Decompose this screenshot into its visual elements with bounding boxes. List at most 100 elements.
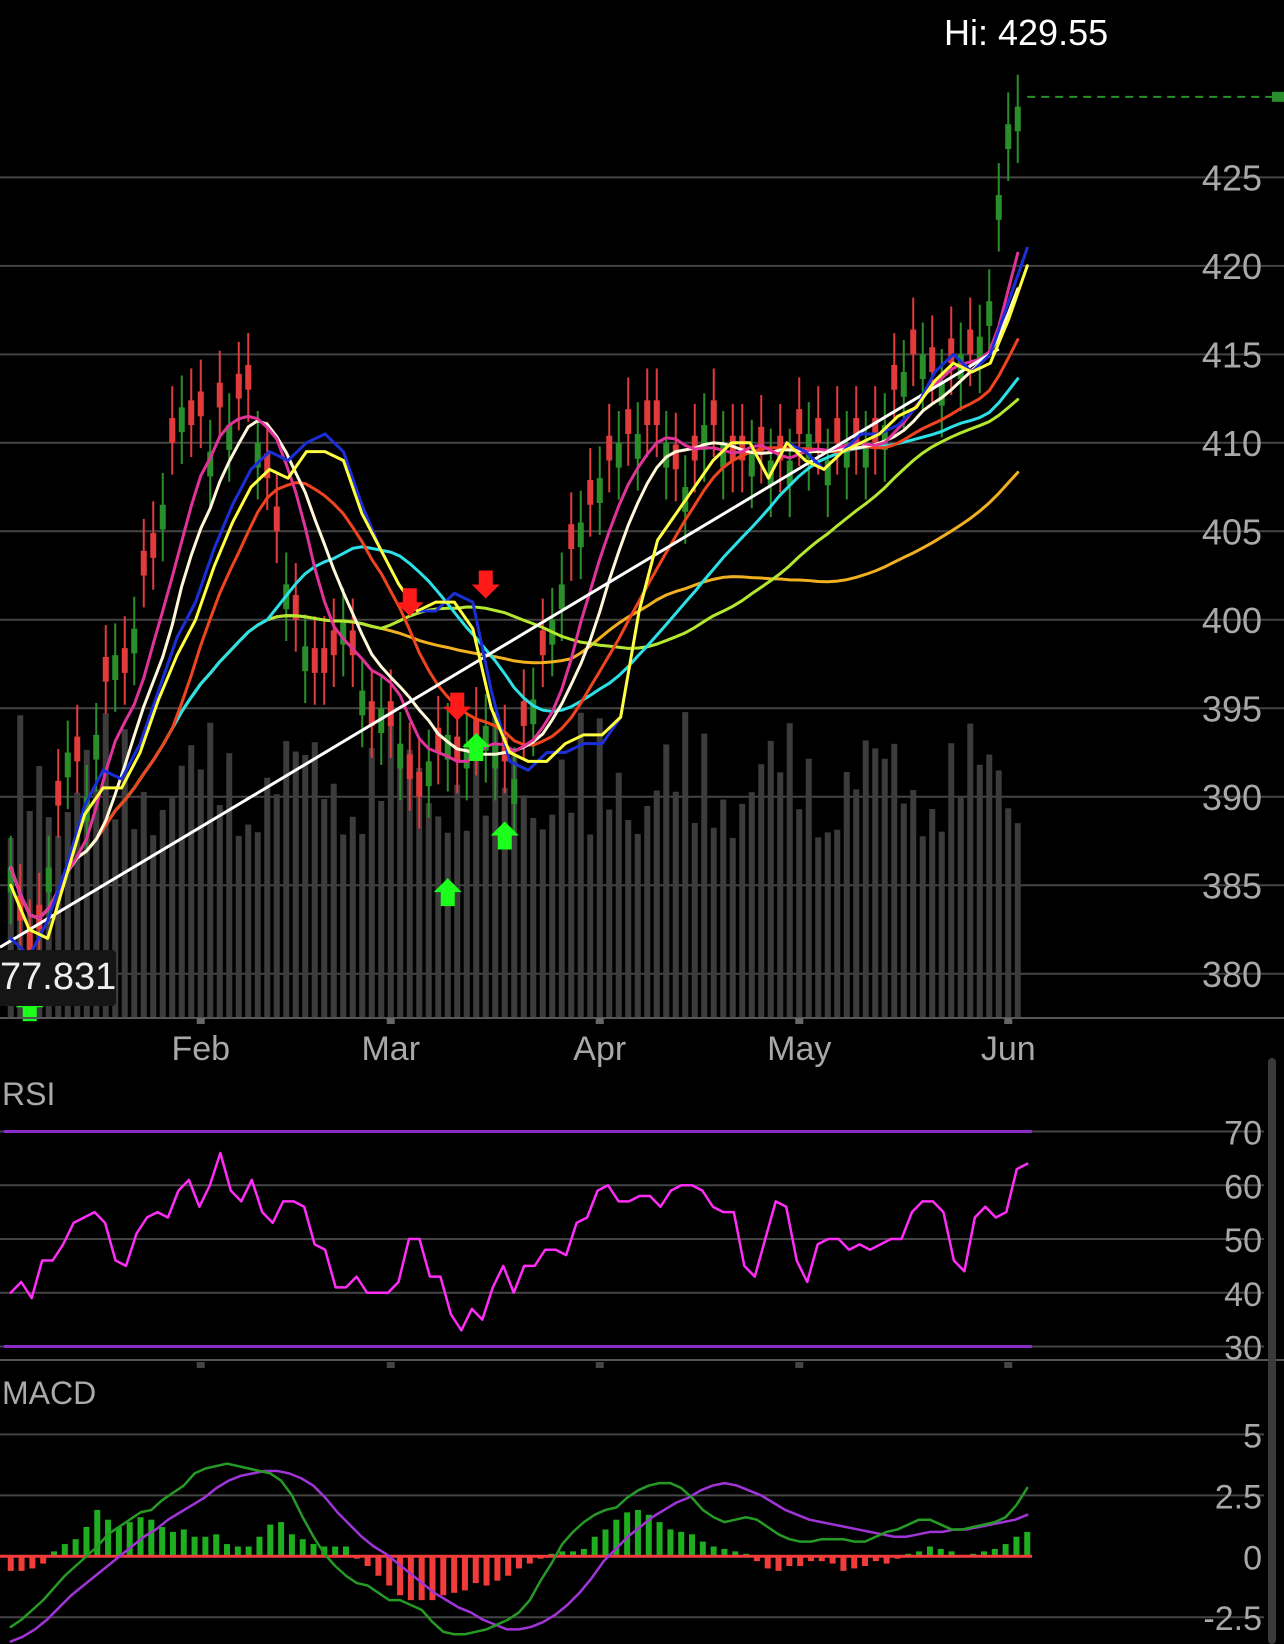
high-price-label: Hi: 429.55 [944,12,1108,54]
candle-body [406,754,413,780]
vertical-scrollbar[interactable] [1268,1058,1276,1644]
macd-histogram-bar [505,1556,512,1576]
high-marker [1272,91,1284,102]
macd-histogram-bar [494,1556,501,1581]
low-price-label: 77.831 [0,956,117,998]
price-tick-label: 420 [1202,246,1262,287]
volume-bar [634,833,641,1018]
volume-bar [701,733,708,1018]
candle-body [159,504,166,530]
macd-tick-label: -2.5 [1203,1600,1262,1638]
rsi-axis-tick [196,1362,205,1368]
candle-body [178,407,185,433]
candle-body [397,743,404,769]
candle-body [1014,106,1021,132]
stock-chart[interactable]: 425420415410405400395390385380Feb Mar Apr M… [0,0,1284,1644]
volume-bar [283,741,290,1018]
candle-body [910,329,917,355]
candle-body [672,444,679,470]
volume-bar [140,792,147,1018]
volume-bar [539,829,546,1018]
candle-body [169,418,176,443]
price-tick-label: 395 [1202,688,1262,729]
macd-histogram-bar [169,1531,176,1557]
candle-body [511,779,518,804]
macd-histogram-bar [29,1556,36,1569]
candle-body [235,373,242,399]
candle-body [625,409,632,434]
macd-histogram-bar [375,1556,382,1576]
candle-body [140,550,147,576]
macd-histogram-bar [591,1536,598,1557]
candle-body [796,409,803,434]
macd-histogram-bar [256,1536,263,1557]
volume-bar [340,834,347,1018]
volume-bar [653,790,660,1018]
volume-bar [226,753,233,1018]
x-axis-tick [196,1018,205,1024]
rsi-axis-tick [386,1362,395,1368]
volume-bar [530,817,537,1018]
candle-body [644,400,651,426]
macd-histogram-bar [678,1531,685,1557]
candle-body [568,524,575,549]
candle-body [710,400,717,426]
macd-tick-label: 2.5 [1215,1478,1262,1516]
macd-histogram-bar [602,1529,609,1557]
macd-histogram-bar [61,1544,68,1557]
candle-body [815,418,822,443]
candle-body [150,533,157,558]
volume-bar [767,740,774,1018]
volume-bar [872,748,879,1018]
volume-bar [710,827,717,1018]
high-label-value: 429.55 [998,12,1109,53]
price-tick-label: 410 [1202,423,1262,464]
volume-bar [748,792,755,1018]
volume-bar [245,824,252,1018]
macd-histogram-bar [699,1541,706,1557]
candle-body [45,867,52,893]
volume-bar [948,743,955,1018]
macd-tick-label: 5 [1243,1417,1262,1455]
volume-bar [558,759,565,1018]
candle-body [539,630,546,656]
candle-body [121,648,128,673]
volume-bar [159,809,166,1018]
volume-bar [986,754,993,1018]
candle-body [93,734,100,760]
volume-bar [321,798,328,1018]
macd-histogram-bar [461,1556,468,1591]
volume-bar [625,820,632,1018]
volume-bar [729,837,736,1018]
volume-bar [720,799,727,1018]
volume-bar [587,834,594,1018]
x-axis-label: Jun [981,1030,1036,1068]
candle-body [416,771,423,797]
candle-body [321,648,328,673]
volume-bar [178,765,185,1018]
volume-bar [463,830,470,1018]
volume-bar [995,770,1002,1018]
volume-bar [976,764,983,1018]
macd-histogram-bar [191,1536,198,1557]
high-label-prefix: Hi: [944,12,988,53]
volume-bar [397,766,404,1018]
sell-signal-arrow [471,570,500,599]
volume-bar [682,712,689,1018]
price-tick-label: 390 [1202,777,1262,818]
rsi-tick-label: 50 [1224,1222,1262,1260]
volume-bar [824,832,831,1018]
macd-histogram-bar [407,1556,414,1601]
candle-body [748,451,755,477]
volume-bar [549,814,556,1018]
volume-bar [663,744,670,1018]
volume-bar [919,836,926,1018]
volume-bar [520,795,527,1018]
macd-histogram-bar [775,1556,782,1571]
candle-body [587,479,594,505]
volume-bar [957,796,964,1018]
x-axis-label: May [767,1030,831,1068]
volume-bar [805,758,812,1018]
candle-body [74,736,81,762]
x-axis-tick [595,1018,604,1024]
